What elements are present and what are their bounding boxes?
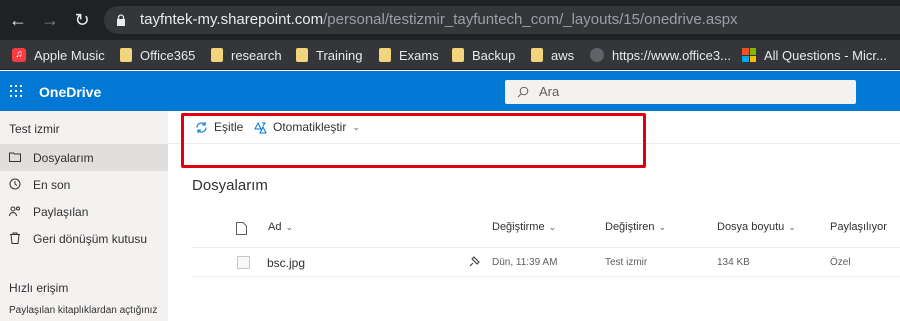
nav-label: En son [33,178,71,192]
search-box[interactable]: Ara [505,80,856,104]
quick-access-heading: Hızlı erişim [9,281,69,295]
command-bar: Eşitle Otomatikleştir ⌄ [168,111,900,144]
chevron-down-icon: ⌄ [548,222,557,232]
user-name: Test izmir [9,122,60,136]
bookmark-label: research [231,47,282,63]
bookmark-exams[interactable]: Exams [379,47,439,63]
apple-music-icon: ♫ [12,48,26,62]
folder-icon [531,48,543,62]
column-header-modified-by[interactable]: Değiştiren ⌄ [605,221,666,233]
column-header-label: Değiştiren [605,221,655,233]
folder-icon [211,48,223,62]
chevron-down-icon: ⌄ [788,222,796,232]
bookmark-label: Exams [399,47,439,63]
bookmark-label: All Questions - Micr... [764,47,887,63]
column-header-modified[interactable]: Değiştirme ⌄ [492,221,556,233]
app-header: OneDrive Ara [0,71,900,111]
microsoft-icon [742,48,756,62]
folder-icon [379,48,391,62]
file-modified-by: Test izmir [605,257,648,268]
address-bar[interactable]: tayfntek-my.sharepoint.com/personal/test… [104,6,900,34]
shared-icon [9,206,20,217]
lock-icon [117,14,125,26]
nav-label: Geri dönüşüm kutusu [33,232,148,246]
file-size: 134 KB [717,257,750,268]
column-header-label: Ad [268,221,282,233]
url-text: tayfntek-my.sharepoint.com/personal/test… [140,11,738,28]
automate-icon [254,121,267,133]
bookmark-all-questions[interactable]: All Questions - Micr... [742,47,887,63]
bookmark-aws[interactable]: aws [531,47,574,63]
back-arrow-icon[interactable]: ← [8,10,28,30]
chevron-down-icon: ⌄ [658,222,667,232]
bookmark-research[interactable]: research [211,47,282,63]
bookmark-training[interactable]: Training [296,47,362,63]
automate-button[interactable]: Otomatikleştir ⌄ [254,120,360,134]
app-launcher-icon[interactable] [10,85,22,97]
file-name[interactable]: bsc.jpg [267,256,305,270]
nav-label: Dosyalarım [33,151,94,165]
bookmarks-bar: ♫ Apple Music Office365 research Training… [0,40,900,70]
url-host: tayfntek-my.sharepoint.com [140,11,324,28]
reload-icon[interactable]: ↻ [72,10,92,30]
page-title: Dosyalarım [192,177,268,194]
bookmark-label: Apple Music [34,47,105,63]
bookmark-label: aws [551,47,575,63]
bookmark-apple-music[interactable]: ♫ Apple Music [12,47,105,63]
nav-label: Paylaşılan [33,205,89,219]
column-header-name[interactable]: Ad ⌄ [268,221,293,233]
recent-icon [9,178,21,190]
forward-arrow-icon[interactable]: → [40,10,60,30]
automate-label: Otomatikleştir [273,120,347,134]
column-header-label: Değiştirme [492,221,545,233]
app-title[interactable]: OneDrive [39,84,101,100]
nav-item-shared[interactable]: Paylaşılan [0,198,168,225]
column-header-label: Dosya boyutu [717,221,785,233]
bookmark-office3[interactable]: https://www.office3... [590,47,731,63]
bookmark-label: Training [316,47,363,63]
search-icon [517,86,529,98]
quick-access-description: Paylaşılan kitaplıklardan açtığınız [9,305,158,316]
file-sharing: Özel [830,257,851,268]
sync-button[interactable]: Eşitle [195,120,243,134]
nav-item-recycle-bin[interactable]: Geri dönüşüm kutusu [0,225,168,252]
chevron-down-icon: ⌄ [352,121,360,132]
nav-item-recent[interactable]: En son [0,171,168,198]
folder-icon [120,48,132,62]
nav-item-my-files[interactable]: Dosyalarım [0,144,168,171]
left-nav: Test izmir Dosyalarım En son Paylaşılan … [0,111,168,321]
search-placeholder: Ara [539,84,560,99]
chevron-down-icon: ⌄ [285,222,294,232]
column-header-label: Paylaşılıyor [830,221,887,233]
image-file-icon [237,256,250,269]
bookmark-label: Backup [472,47,516,63]
recycle-bin-icon [10,232,20,244]
bookmark-office365[interactable]: Office365 [120,47,195,63]
folder-icon [296,48,308,62]
bookmark-label: Office365 [140,47,196,63]
pin-icon[interactable] [468,256,480,268]
globe-icon [590,48,604,62]
sync-icon [196,121,207,133]
table-row[interactable]: bsc.jpg Dün, 11:39 AM Test izmir 134 KB … [192,247,900,277]
column-header-sharing[interactable]: Paylaşılıyor [830,221,887,233]
sync-label: Eşitle [214,120,244,134]
file-modified: Dün, 11:39 AM [492,257,558,268]
bookmark-label: https://www.office3... [612,47,731,63]
folder-icon [452,48,464,62]
folder-outline-icon [9,152,21,162]
column-header-file-size[interactable]: Dosya boyutu ⌄ [717,221,796,233]
browser-toolbar: ← → ↻ tayfntek-my.sharepoint.com/persona… [0,0,900,40]
file-type-header-icon [236,222,247,235]
url-path: /personal/testizmir_tayfuntech_com/_layo… [323,11,738,28]
bookmark-backup[interactable]: Backup [452,47,515,63]
